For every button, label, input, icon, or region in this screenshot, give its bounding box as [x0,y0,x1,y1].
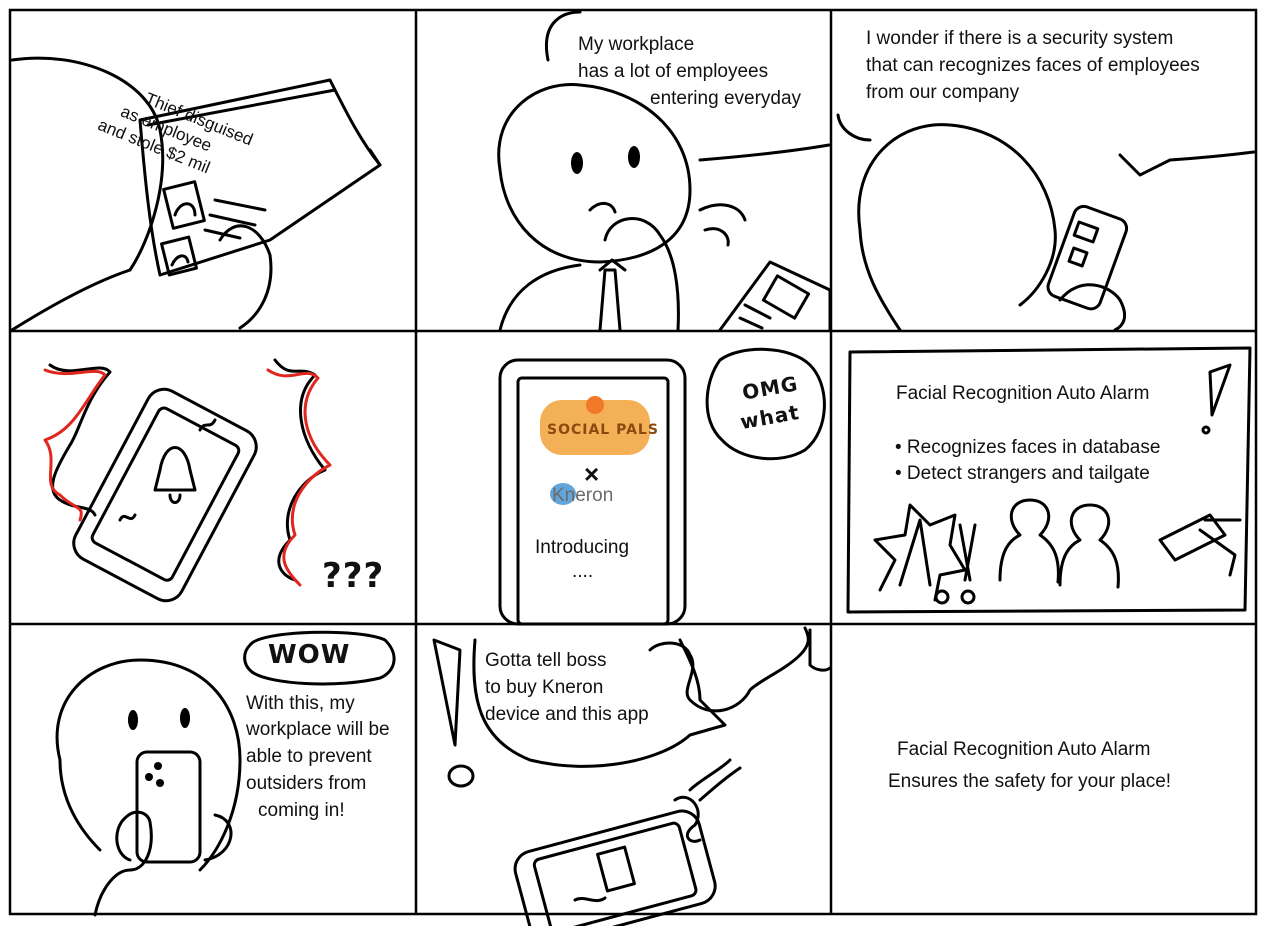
thought-bubble [705,347,826,461]
phone [135,750,202,864]
panel6-bullet: • Detect strangers and tailgate [895,463,1150,484]
panel2-speech-line: entering everyday [650,88,802,109]
person-silhouette [1058,503,1120,589]
alert-mark [1208,363,1232,417]
panel8-speech-line: to buy Kneron [485,677,604,698]
hand [218,224,273,330]
hand [115,810,153,872]
panel3-speech-line: that can recognizes faces of employees [866,55,1200,76]
cross-mark: × [584,459,600,489]
panel3-speech-line: I wonder if there is a security system [866,28,1174,49]
panel4-drawing [43,358,332,603]
panel7-text-line: outsiders from [246,773,367,794]
head [857,123,1057,307]
panel4-question-marks: ??? [322,556,385,596]
panel2-speech-line: My workplace [578,34,695,55]
panel7-text-line: With this, my [246,693,355,714]
panel8-speech-line: device and this app [485,704,649,725]
panel1-drawing [10,56,382,332]
person-silhouette [998,498,1060,584]
head [55,658,242,872]
panel8-speech-line: Gotta tell boss [485,650,607,671]
panel6-bullet: • Recognizes faces in database [895,437,1161,458]
panel7-text-line: able to prevent [246,746,372,767]
panel7-text-line: coming in! [258,800,345,821]
panel9-tagline: Ensures the safety for your place! [888,771,1172,792]
wow-text: WOW [268,640,351,670]
panel3-drawing [836,113,1256,332]
comic-strip: Thief disguised as employee and stole $2… [0,0,1266,926]
camera-icon [1158,513,1242,577]
panel5-ellipsis: .... [572,561,594,582]
phone [72,387,258,603]
panel3-speech-line: from our company [866,82,1020,103]
speech-bubble [836,113,1256,177]
kneron-logo-text: Kneron [552,485,614,506]
bell-icon [153,446,197,504]
panel7-text-line: workplace will be [246,719,390,740]
socialpals-logo-text: SOCIAL PALS [547,422,659,438]
document [718,260,832,332]
panel6-title: Facial Recognition Auto Alarm [896,383,1150,404]
phone [513,809,717,926]
panel5-caption: Introducing [535,537,630,558]
panel2-speech-line: has a lot of employees [578,61,769,82]
panel9-title: Facial Recognition Auto Alarm [897,739,1151,760]
